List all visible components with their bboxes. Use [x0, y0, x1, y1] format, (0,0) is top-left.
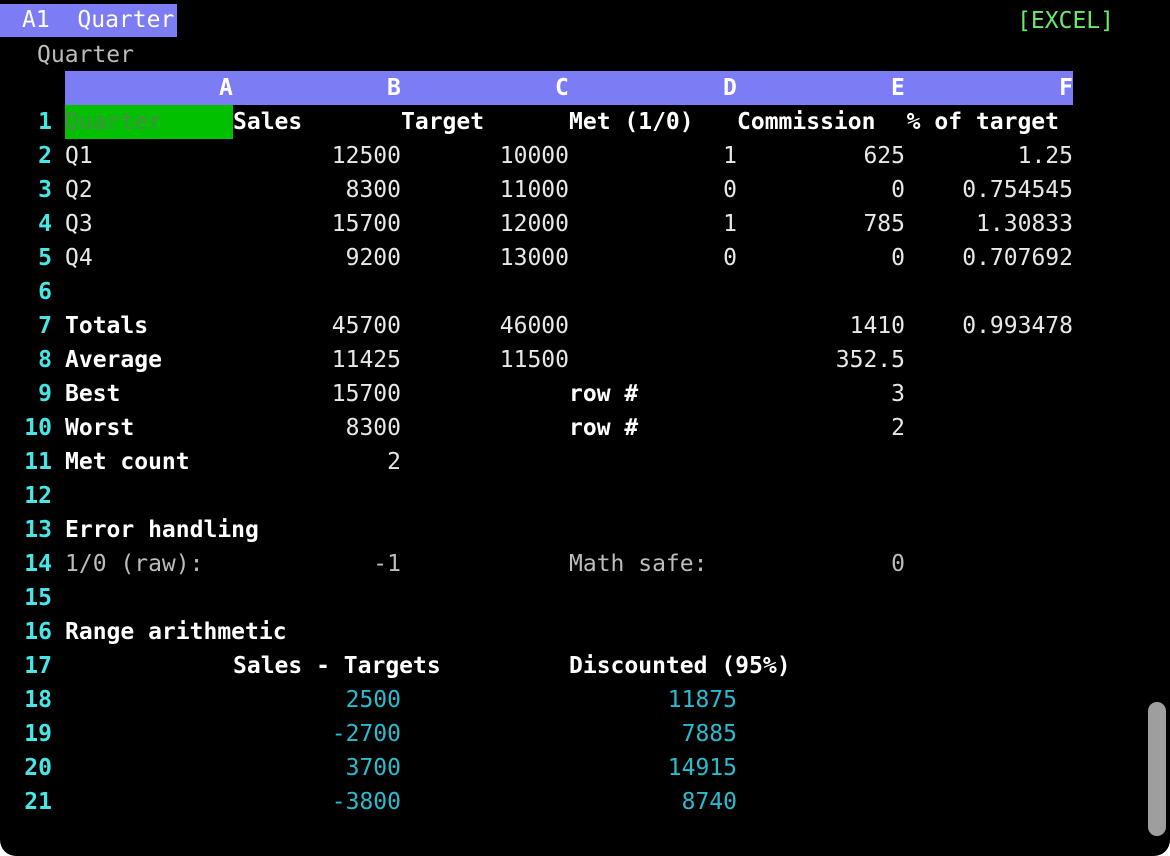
cell-d19[interactable]: 7885	[682, 717, 737, 751]
row-number-15[interactable]: 15	[0, 581, 52, 615]
row-number-1[interactable]: 1	[0, 105, 52, 139]
row-number-9[interactable]: 9	[0, 377, 52, 411]
cell-a14[interactable]: 1/0 (raw):	[65, 547, 203, 581]
cell-f5[interactable]: 0.707692	[962, 241, 1073, 275]
cell-e2[interactable]: 625	[863, 139, 905, 173]
row-number-4[interactable]: 4	[0, 207, 52, 241]
cell-b10[interactable]: 8300	[346, 411, 401, 445]
cell-d4[interactable]: 1	[723, 207, 737, 241]
cell-e10[interactable]: 2	[891, 411, 905, 445]
column-letter-f[interactable]: F	[1059, 71, 1073, 105]
cell-c5[interactable]: 13000	[500, 241, 569, 275]
cell-b5[interactable]: 9200	[346, 241, 401, 275]
cell-e4[interactable]: 785	[863, 207, 905, 241]
cell-d20[interactable]: 14915	[668, 751, 737, 785]
cell-d3[interactable]: 0	[723, 173, 737, 207]
cell-c8[interactable]: 11500	[500, 343, 569, 377]
row-number-2[interactable]: 2	[0, 139, 52, 173]
cell-a16[interactable]: Range arithmetic	[65, 615, 287, 649]
cell-c2[interactable]: 10000	[500, 139, 569, 173]
cell-c4[interactable]: 12000	[500, 207, 569, 241]
column-letter-c[interactable]: C	[555, 71, 569, 105]
cell-e3[interactable]: 0	[891, 173, 905, 207]
cell-d2[interactable]: 1	[723, 139, 737, 173]
cell-d17[interactable]: Discounted (95%)	[569, 649, 791, 683]
cell-e9[interactable]: 3	[891, 377, 905, 411]
cell-b2[interactable]: 12500	[332, 139, 401, 173]
row-number-16[interactable]: 16	[0, 615, 52, 649]
cell-b11[interactable]: 2	[387, 445, 401, 479]
column-letter-b[interactable]: B	[387, 71, 401, 105]
cell-d18[interactable]: 11875	[668, 683, 737, 717]
cell-e14[interactable]: 0	[891, 547, 905, 581]
cell-e5[interactable]: 0	[891, 241, 905, 275]
cell-a8[interactable]: Average	[65, 343, 162, 377]
row-number-7[interactable]: 7	[0, 309, 52, 343]
row-number-18[interactable]: 18	[0, 683, 52, 717]
header-cell-e[interactable]: Commission	[737, 105, 875, 139]
vertical-scrollbar[interactable]	[1148, 702, 1166, 836]
cell-a2[interactable]: Q1	[65, 139, 93, 173]
row-number-20[interactable]: 20	[0, 751, 52, 785]
cell-d10[interactable]: row #	[569, 411, 638, 445]
row-number-12[interactable]: 12	[0, 479, 52, 513]
column-letter-d[interactable]: D	[723, 71, 737, 105]
header-cell-b[interactable]: Sales	[233, 105, 302, 139]
cell-a5[interactable]: Q4	[65, 241, 93, 275]
cell-d21[interactable]: 8740	[682, 785, 737, 819]
cell-f2[interactable]: 1.25	[1018, 139, 1073, 173]
cell-b4[interactable]: 15700	[332, 207, 401, 241]
row-number-5[interactable]: 5	[0, 241, 52, 275]
row-number-14[interactable]: 14	[0, 547, 52, 581]
cell-b18[interactable]: 2500	[346, 683, 401, 717]
cell-f3[interactable]: 0.754545	[962, 173, 1073, 207]
cell-f4[interactable]: 1.30833	[976, 207, 1073, 241]
cell-b20[interactable]: 3700	[346, 751, 401, 785]
cell-b8[interactable]: 11425	[332, 343, 401, 377]
cell-a13[interactable]: Error handling	[65, 513, 259, 547]
cell-c7[interactable]: 46000	[500, 309, 569, 343]
cell-a10[interactable]: Worst	[65, 411, 134, 445]
row-number-6[interactable]: 6	[0, 275, 52, 309]
cell-reference-indicator: A1 Quarter	[0, 4, 177, 37]
row-number-19[interactable]: 19	[0, 717, 52, 751]
terminal-window: A1 Quarter [EXCEL] Quarter Quarter Sales T…	[0, 0, 1170, 856]
column-header-bar	[65, 71, 1073, 105]
column-letter-a[interactable]: A	[219, 71, 233, 105]
row-number-11[interactable]: 11	[0, 445, 52, 479]
cell-a7[interactable]: Totals	[65, 309, 148, 343]
cell-a11[interactable]: Met count	[65, 445, 190, 479]
cell-a4[interactable]: Q3	[65, 207, 93, 241]
cell-d5[interactable]: 0	[723, 241, 737, 275]
row-number-3[interactable]: 3	[0, 173, 52, 207]
cell-b14[interactable]: -1	[373, 547, 401, 581]
cell-b19[interactable]: -2700	[332, 717, 401, 751]
header-cell-a[interactable]: Quarter	[65, 105, 162, 139]
cell-b17[interactable]: Sales - Targets	[233, 649, 441, 683]
column-letter-e[interactable]: E	[891, 71, 905, 105]
cell-e7[interactable]: 1410	[850, 309, 905, 343]
row-number-8[interactable]: 8	[0, 343, 52, 377]
cell-f7[interactable]: 0.993478	[962, 309, 1073, 343]
row-number-21[interactable]: 21	[0, 785, 52, 819]
cell-e8[interactable]: 352.5	[836, 343, 905, 377]
mode-indicator: [EXCEL]	[1017, 8, 1114, 34]
formula-bar[interactable]: Quarter	[37, 38, 134, 72]
cell-d14[interactable]: Math safe:	[569, 547, 707, 581]
header-cell-d[interactable]: Met (1/0)	[569, 105, 694, 139]
cell-b9[interactable]: 15700	[332, 377, 401, 411]
cell-b3[interactable]: 8300	[346, 173, 401, 207]
row-number-13[interactable]: 13	[0, 513, 52, 547]
cell-c3[interactable]: 11000	[500, 173, 569, 207]
header-cell-c[interactable]: Target	[401, 105, 484, 139]
row-number-17[interactable]: 17	[0, 649, 52, 683]
header-cell-f[interactable]: % of target	[907, 105, 1059, 139]
row-number-10[interactable]: 10	[0, 411, 52, 445]
cell-a3[interactable]: Q2	[65, 173, 93, 207]
cell-a9[interactable]: Best	[65, 377, 120, 411]
cell-b7[interactable]: 45700	[332, 309, 401, 343]
cell-b21[interactable]: -3800	[332, 785, 401, 819]
cell-d9[interactable]: row #	[569, 377, 638, 411]
